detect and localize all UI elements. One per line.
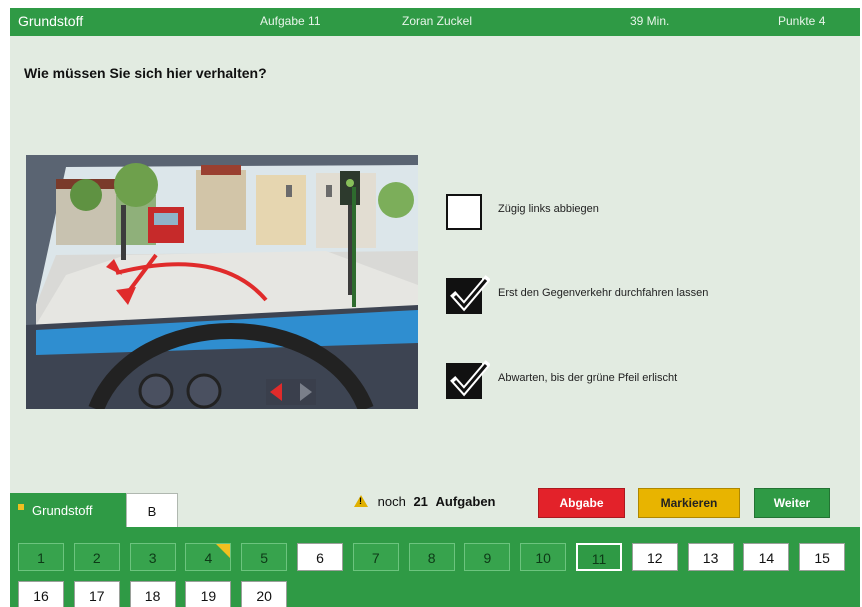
task-number-button-5[interactable]: 5 <box>241 543 288 571</box>
abgabe-button[interactable]: Abgabe <box>538 488 625 518</box>
answer-label-2: Erst den Gegenverkehr durchfahren lassen <box>498 287 709 299</box>
exam-window: Grundstoff Aufgabe 11 Zoran Zuckel 39 Mi… <box>10 8 860 607</box>
task-number-button-8[interactable]: 8 <box>408 543 455 571</box>
task-number-button-15[interactable]: 15 <box>799 543 846 571</box>
task-number-button-12[interactable]: 12 <box>631 543 678 571</box>
checkmark-icon <box>450 360 490 397</box>
remaining-suffix: Aufgaben <box>435 494 496 509</box>
tab-grundstoff-label: Grundstoff <box>32 503 93 518</box>
tab-b-label: B <box>147 504 157 519</box>
user-name: Zoran Zuckel <box>402 14 473 28</box>
task-number-button-10[interactable]: 10 <box>520 543 567 571</box>
answer-checkbox-2[interactable] <box>446 275 490 314</box>
header-bar: Grundstoff Aufgabe 11 Zoran Zuckel 39 Mi… <box>10 8 860 36</box>
task-navigator: 1 2 3 4 5 6 7 8 9 10 11 12 13 14 15 16 17 18 19 20 <box>10 527 860 607</box>
answer-label-1: Zügig links abbiegen <box>498 203 599 215</box>
markieren-button[interactable]: Markieren <box>638 488 740 518</box>
answer-checkbox-3[interactable] <box>446 360 490 399</box>
task-number: Aufgabe 11 <box>260 14 321 28</box>
task-number-button-11[interactable]: 11 <box>576 543 622 571</box>
points: Punkte 4 <box>778 14 826 28</box>
task-number-button-9[interactable]: 9 <box>464 543 511 571</box>
header-title: Grundstoff <box>18 13 84 29</box>
answer-option-2[interactable]: Erst den Gegenverkehr durchfahren lassen <box>446 275 846 318</box>
traffic-scene-image <box>26 155 418 409</box>
task-number-button-6[interactable]: 6 <box>297 543 343 571</box>
task-number-button-18[interactable]: 18 <box>129 581 176 607</box>
task-number-button-4[interactable]: 4 <box>185 543 232 571</box>
task-number-button-14[interactable]: 14 <box>743 543 790 571</box>
flag-icon <box>18 504 24 510</box>
task-number-button-2[interactable]: 2 <box>73 543 120 571</box>
answer-option-3[interactable]: Abwarten, bis der grüne Pfeil erlischt <box>446 360 846 403</box>
answer-label-3: Abwarten, bis der grüne Pfeil erlischt <box>498 372 678 384</box>
task-number-button-16[interactable]: 16 <box>18 581 64 607</box>
task-number-button-7[interactable]: 7 <box>352 543 399 571</box>
checkmark-icon <box>450 275 490 312</box>
task-number-button-13[interactable]: 13 <box>687 543 734 571</box>
task-number-button-17[interactable]: 17 <box>73 581 120 607</box>
weiter-button[interactable]: Weiter <box>754 488 830 518</box>
answer-option-1[interactable]: Zügig links abbiegen <box>446 194 846 234</box>
question-text: Wie müssen Sie sich hier verhalten? <box>24 65 267 81</box>
answer-checkbox-1[interactable] <box>446 194 482 230</box>
remaining-tasks: noch 21 Aufgaben <box>354 494 496 509</box>
marked-flag-icon <box>216 544 231 558</box>
tab-b[interactable]: B <box>126 493 178 527</box>
remaining-count: 21 <box>413 494 428 509</box>
task-number-button-19[interactable]: 19 <box>185 581 232 607</box>
task-number-button-1[interactable]: 1 <box>18 543 64 571</box>
task-number-button-20[interactable]: 20 <box>241 581 288 607</box>
remaining-prefix: noch <box>377 494 406 509</box>
warning-icon <box>354 495 368 507</box>
time-remaining: 39 Min. <box>630 14 670 28</box>
task-number-button-3[interactable]: 3 <box>129 543 176 571</box>
tab-grundstoff[interactable]: Grundstoff <box>10 493 126 527</box>
